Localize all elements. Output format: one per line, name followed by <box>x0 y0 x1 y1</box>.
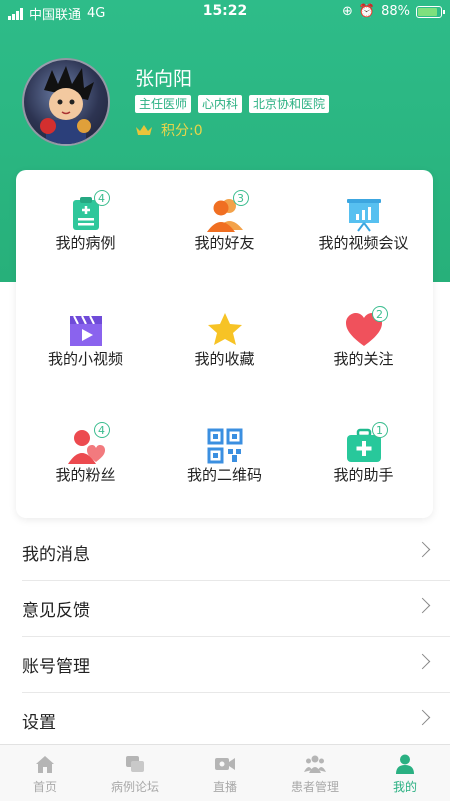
badge: 1 <box>371 422 388 438</box>
menu-account[interactable]: 账号管理 <box>22 636 450 693</box>
tab-home[interactable]: 首页 <box>0 745 90 801</box>
presentation-icon <box>344 194 384 234</box>
menu-label: 意见反馈 <box>22 601 90 621</box>
tab-forum[interactable]: 病例论坛 <box>90 745 180 801</box>
points-text: 积分:0 <box>161 123 203 139</box>
badge: 2 <box>371 306 388 322</box>
tab-label: 首页 <box>32 780 57 794</box>
grid-item-qr-code[interactable]: 我的二维码 <box>155 402 294 518</box>
qr-code-icon <box>205 426 245 466</box>
grid-item-friends[interactable]: 3 我的好友 <box>155 170 294 286</box>
live-camera-icon <box>215 758 235 770</box>
grid-item-favorites[interactable]: 我的收藏 <box>155 286 294 402</box>
bottom-tab-bar: 首页 病例论坛 直播 患者管理 我的 <box>0 744 450 801</box>
menu-feedback[interactable]: 意见反馈 <box>22 580 450 637</box>
tab-label: 病例论坛 <box>110 780 159 794</box>
tab-label: 直播 <box>212 780 237 794</box>
title-tag: 主任医师 <box>135 95 192 113</box>
grid-item-video-meeting[interactable]: 我的视频会议 <box>294 170 433 286</box>
home-icon <box>36 756 54 773</box>
tab-label: 我的 <box>392 780 417 794</box>
grid-item-fans[interactable]: 4 我的粉丝 <box>16 402 155 518</box>
alarm-icon: ⏰ <box>358 4 376 19</box>
chevron-right-icon <box>414 597 431 614</box>
grid-item-label: 我的小视频 <box>47 350 123 368</box>
tab-live[interactable]: 直播 <box>180 745 270 801</box>
battery-percent: 88% <box>381 4 410 19</box>
chevron-right-icon <box>414 653 431 670</box>
feature-grid-card: 4 我的病例 3 我的好友 我的视频会议 我的小视频 我的收藏 2 我的关注 4… <box>16 170 433 518</box>
badge: 3 <box>232 190 249 206</box>
grid-item-following[interactable]: 2 我的关注 <box>294 286 433 402</box>
grid-item-label: 我的粉丝 <box>55 466 116 484</box>
menu-label: 我的消息 <box>22 545 90 565</box>
medical-kit-icon: 1 <box>344 422 388 466</box>
grid-item-label: 我的收藏 <box>194 350 255 368</box>
tab-mine[interactable]: 我的 <box>360 745 450 801</box>
tab-patients[interactable]: 患者管理 <box>270 745 360 801</box>
hospital-tag: 北京协和医院 <box>249 95 330 113</box>
fans-icon: 4 <box>66 422 110 466</box>
avatar[interactable] <box>22 58 110 146</box>
lock-rotation-icon: ⊕ <box>342 4 353 19</box>
menu-settings[interactable]: 设置 <box>22 692 450 748</box>
grid-item-cases[interactable]: 4 我的病例 <box>16 170 155 286</box>
menu-label: 账号管理 <box>22 657 90 677</box>
profile-icon <box>396 754 414 774</box>
profile-tags: 主任医师 心内科 北京协和医院 <box>135 95 330 113</box>
grid-item-label: 我的二维码 <box>186 466 262 484</box>
grid-item-label: 我的视频会议 <box>318 234 409 252</box>
patients-icon <box>304 755 326 773</box>
department-tag: 心内科 <box>198 95 243 113</box>
video-clip-icon <box>66 310 106 350</box>
grid-item-assistant[interactable]: 1 我的助手 <box>294 402 433 518</box>
grid-item-label: 我的关注 <box>333 350 394 368</box>
badge: 4 <box>93 190 110 206</box>
user-name: 张向阳 <box>135 68 193 90</box>
clipboard-icon: 4 <box>66 190 110 234</box>
star-icon <box>205 310 245 350</box>
menu-messages[interactable]: 我的消息 <box>22 524 450 581</box>
battery-icon <box>416 5 445 18</box>
grid-item-label: 我的助手 <box>333 466 394 484</box>
forum-icon <box>126 756 144 772</box>
chevron-right-icon <box>414 541 431 558</box>
chevron-right-icon <box>414 709 431 726</box>
crown-icon <box>136 125 152 135</box>
heart-icon: 2 <box>344 306 388 350</box>
grid-item-label: 我的好友 <box>194 234 255 252</box>
points-row[interactable]: 积分:0 <box>135 120 203 140</box>
grid-item-short-video[interactable]: 我的小视频 <box>16 286 155 402</box>
grid-item-label: 我的病例 <box>55 234 116 252</box>
tab-label: 患者管理 <box>290 780 339 794</box>
menu-label: 设置 <box>22 713 56 733</box>
badge: 4 <box>93 422 110 438</box>
status-bar: 中国联通 4G 15:22 ⊕ ⏰ 88% <box>0 0 450 24</box>
friends-icon: 3 <box>205 190 249 234</box>
